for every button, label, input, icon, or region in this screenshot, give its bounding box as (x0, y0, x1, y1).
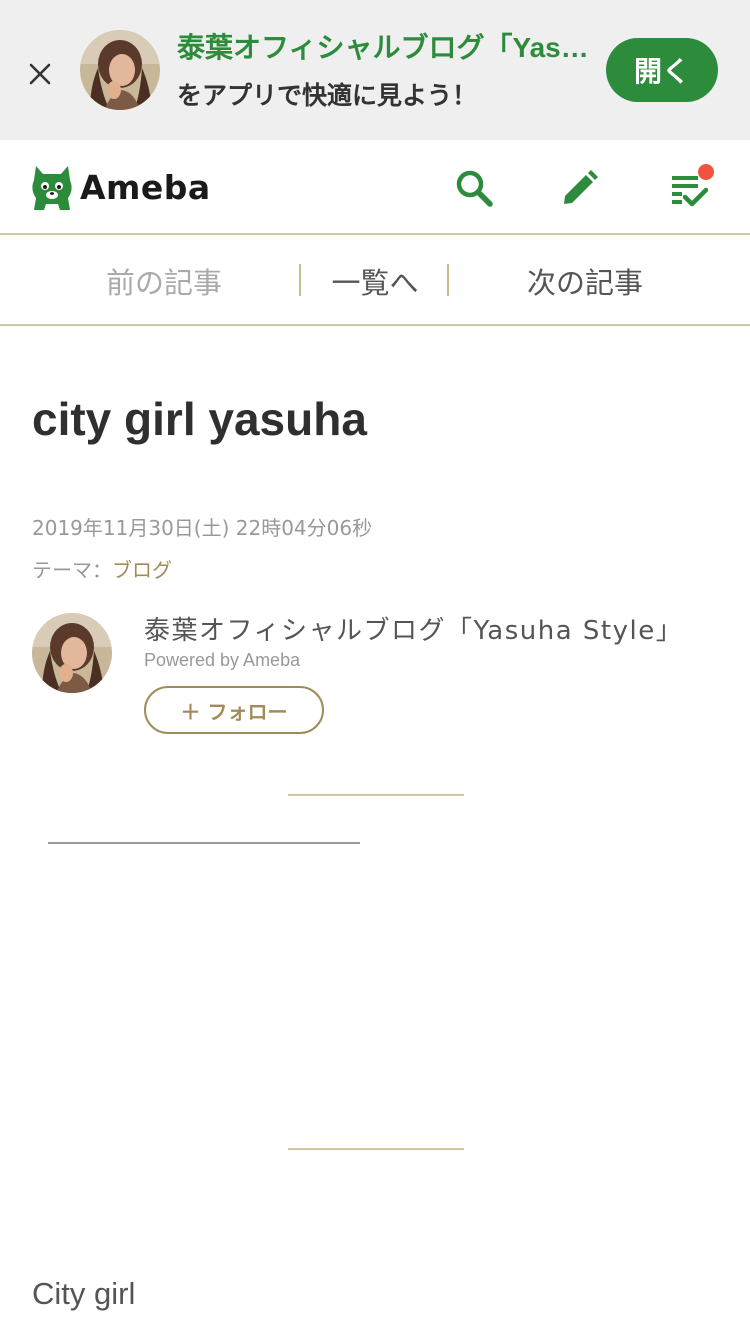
article-body-text: City girl (32, 1276, 136, 1311)
theme-link[interactable]: ブログ (112, 558, 172, 582)
pager-divider (299, 264, 301, 296)
notification-badge (698, 164, 714, 180)
theme-label: テーマ： (32, 558, 112, 582)
pencil-icon[interactable] (557, 166, 601, 210)
search-icon[interactable] (452, 166, 496, 210)
author-blog-name[interactable]: 泰葉オフィシャルブログ「Yasuha Style」 (144, 610, 683, 647)
divider (288, 794, 464, 796)
article-title: city girl yasuha (32, 393, 367, 445)
author-avatar[interactable] (32, 613, 112, 693)
article-list-link[interactable]: 一覧へ (302, 237, 448, 324)
pager-divider (447, 264, 449, 296)
divider (288, 1148, 464, 1150)
ameba-mascot-icon (32, 166, 72, 210)
checklist-icon[interactable] (668, 164, 714, 210)
logo-text: Ameba (80, 167, 211, 207)
banner-subtitle: をアプリで快適に見よう！ (177, 82, 478, 110)
open-app-button[interactable]: 開く (606, 38, 718, 102)
app-banner: 泰葉オフィシャルブログ「Yasuha Style」 をアプリで快適に見よう！ 開… (0, 0, 750, 140)
next-article-link[interactable]: 次の記事 (480, 237, 690, 324)
divider (48, 842, 360, 844)
follow-button[interactable]: ＋ フォロー (144, 686, 324, 734)
prev-article-link: 前の記事 (105, 265, 222, 300)
site-header: Ameba (0, 140, 750, 235)
blog-avatar (80, 30, 160, 110)
powered-by-text: Powered by Ameba (144, 650, 301, 670)
ameba-logo[interactable]: Ameba (30, 160, 211, 214)
article-theme: テーマ：ブログ (32, 554, 172, 583)
close-icon[interactable] (20, 54, 60, 94)
article-date: 2019年11月30日(土) 22時04分06秒 (32, 516, 373, 540)
banner-blog-title: 泰葉オフィシャルブログ「Yasuha Style」 (177, 32, 592, 63)
article-pager: 前の記事 一覧へ 次の記事 (0, 237, 750, 326)
